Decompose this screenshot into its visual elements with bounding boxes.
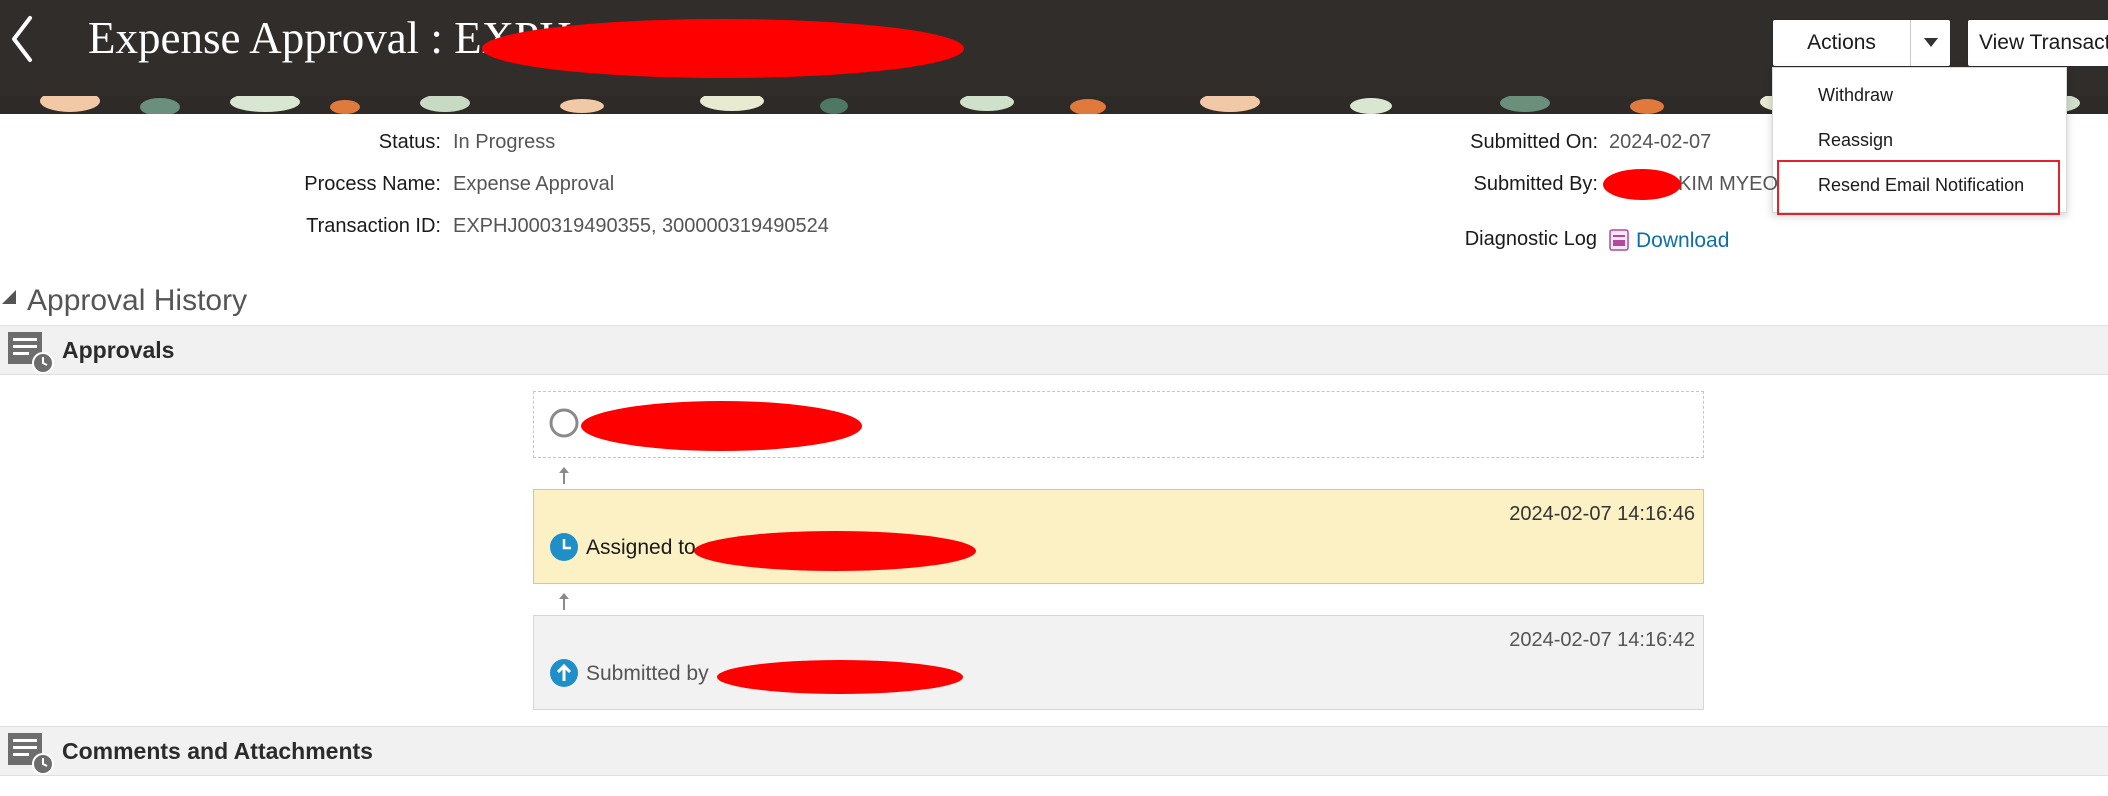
actions-button-label: Actions [1773, 20, 1911, 66]
clock-icon [550, 533, 578, 561]
approval-step-pending [533, 391, 1704, 458]
comments-list-clock-icon [8, 733, 54, 775]
actions-button[interactable]: Actions [1772, 19, 1951, 67]
transaction-id-label: Transaction ID: [306, 215, 441, 237]
redaction-assignee [694, 531, 976, 571]
redaction-approver [581, 401, 862, 451]
connector-arrow-icon [559, 593, 569, 610]
step-text: Assigned to [586, 536, 696, 559]
comments-title: Comments and Attachments [62, 738, 373, 764]
submitted-by-label: Submitted By: [1473, 173, 1598, 195]
collapse-triangle-icon[interactable] [2, 290, 16, 304]
diagnostic-log-icon [1609, 229, 1629, 251]
submitted-on-label: Submitted On: [1470, 131, 1598, 153]
comments-band: Comments and Attachments [0, 726, 2108, 776]
download-link[interactable]: Download [1636, 229, 1729, 253]
status-value: In Progress [453, 131, 556, 153]
submitted-by-value: KIM MYEO [1678, 173, 1779, 195]
process-name-label: Process Name: [304, 173, 441, 195]
menu-item-withdraw[interactable]: Withdraw [1818, 85, 1893, 106]
approval-step-assigned: 2024-02-07 14:16:46 Assigned to [533, 489, 1704, 584]
step-timestamp: 2024-02-07 14:16:42 [1509, 629, 1695, 651]
redaction-submitter [1603, 169, 1681, 200]
menu-item-resend-email-notification[interactable]: Resend Email Notification [1818, 175, 2024, 196]
step-timestamp: 2024-02-07 14:16:46 [1509, 503, 1695, 525]
back-chevron-icon [12, 16, 32, 62]
redaction-title [482, 19, 964, 78]
approval-step-submitted: 2024-02-07 14:16:42 Submitted by [533, 615, 1704, 710]
approvals-band: Approvals [0, 325, 2108, 375]
submitted-on-value: 2024-02-07 [1609, 131, 1712, 153]
transaction-id-value: EXPHJ000319490355, 300000319490524 [453, 215, 829, 237]
redaction-submitter-name [717, 660, 963, 694]
status-label: Status: [378, 131, 441, 153]
step-text: Submitted by [586, 662, 709, 685]
actions-menu: Withdraw Reassign Resend Email Notificat… [1772, 67, 2067, 215]
diagnostic-log-label: Diagnostic Log [1464, 228, 1597, 250]
view-transaction-button[interactable]: View Transaction [1967, 19, 2108, 67]
process-name-value: Expense Approval [453, 173, 615, 195]
pending-circle-icon [549, 408, 579, 438]
caret-down-icon [1923, 38, 1938, 47]
approvals-list-clock-icon [8, 332, 54, 374]
actions-dropdown-toggle[interactable] [1911, 20, 1950, 66]
back-button[interactable] [6, 14, 40, 64]
approval-history-title: Approval History [27, 284, 248, 317]
menu-item-reassign[interactable]: Reassign [1818, 130, 1893, 151]
connector-arrow-icon [559, 467, 569, 484]
up-arrow-icon [550, 659, 578, 687]
approvals-title: Approvals [62, 337, 175, 363]
